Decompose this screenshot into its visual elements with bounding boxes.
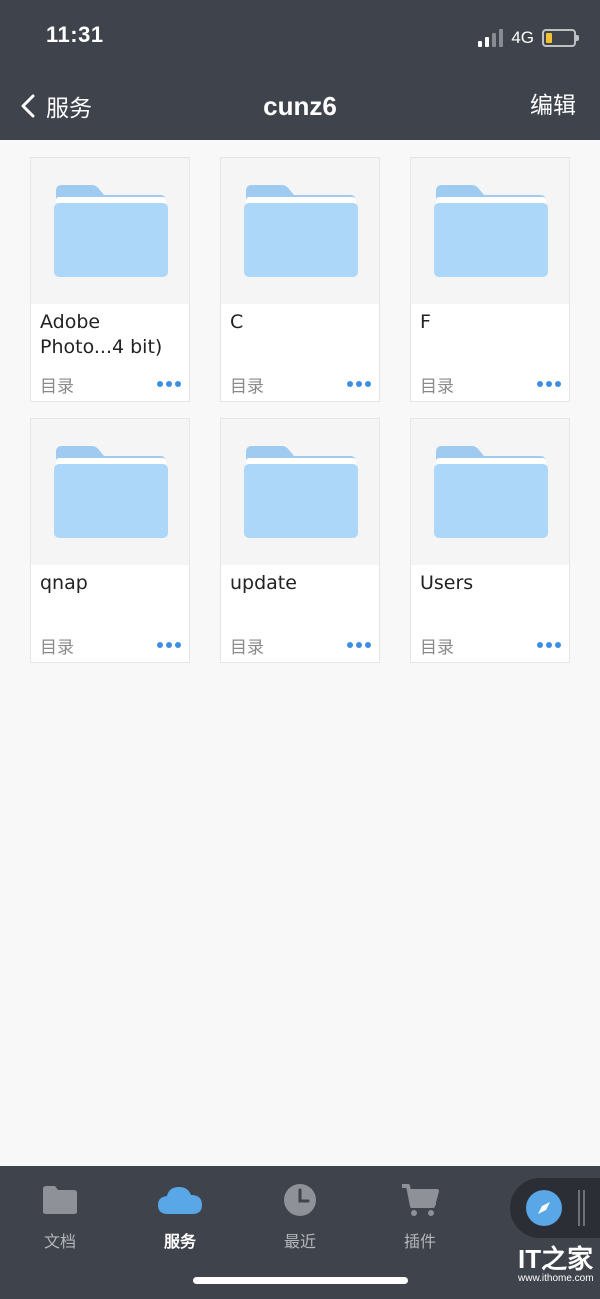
folder-card[interactable]: Adobe Photo...4 bit) 目录 [30,157,190,402]
more-dot [166,381,172,387]
battery-icon [542,29,579,47]
floating-panel [510,1178,600,1238]
folder-name: Adobe Photo...4 bit) [40,311,163,358]
folder-type-label: 目录 [420,638,454,658]
folder-name: F [420,311,431,333]
drag-handle[interactable] [578,1190,586,1226]
more-dot [157,381,163,387]
more-dot [365,642,371,648]
watermark-url: www.ithome.com [518,1273,594,1284]
compass-icon [538,1202,550,1214]
more-dot [356,381,362,387]
folder-card[interactable]: F 目录 [410,157,570,402]
folder-type-label: 目录 [40,377,74,397]
more-dot [356,642,362,648]
folder-thumbnail [31,419,189,565]
more-dot [555,381,561,387]
more-dot [555,642,561,648]
tab-label: 插件 [403,1232,436,1251]
folder-icon [43,1186,77,1214]
folder-name: update [230,572,297,594]
more-options-button[interactable] [155,379,183,389]
more-dot [175,381,181,387]
folder-icon [434,185,548,277]
tab-label: 服务 [163,1232,196,1251]
more-options-button[interactable] [155,640,183,650]
folder-thumbnail [221,419,379,565]
tab-label: 最近 [283,1232,316,1251]
folder-grid: Adobe Photo...4 bit) 目录 C 目录 F 目录 qnap 目… [30,157,571,663]
more-dot [537,642,543,648]
folder-icon [244,185,358,277]
folder-type-label: 目录 [40,638,74,658]
more-dot [365,381,371,387]
folder-icon [244,446,358,538]
compass-button[interactable] [526,1190,562,1226]
tab-services[interactable]: 服务 [135,1180,225,1252]
folder-card[interactable]: C 目录 [220,157,380,402]
folder-icon [54,446,168,538]
folder-name: Users [420,572,474,594]
tab-plugins[interactable]: 插件 [375,1180,465,1252]
more-dot [347,381,353,387]
more-dot [347,642,353,648]
cart-icon [402,1184,439,1216]
folder-name: qnap [40,572,88,594]
folder-type-label: 目录 [230,377,264,397]
page-title: cunz6 [263,91,337,121]
tab-recent[interactable]: 最近 [255,1180,345,1252]
tab-documents[interactable]: 文档 [15,1180,105,1252]
cloud-icon [158,1187,202,1214]
watermark-text: IT之家 [518,1244,594,1274]
folder-card[interactable]: qnap 目录 [30,418,190,663]
top-header: 11:31 4G 服务 cunz6 编辑 [0,0,600,140]
more-dot [166,642,172,648]
watermark-logo: IT之家 www.ithome.com [518,1245,596,1291]
folder-icon [434,446,548,538]
clock-icon [284,1184,316,1216]
status-indicators: 4G [478,24,579,52]
folder-thumbnail [411,158,569,304]
edit-button[interactable]: 编辑 [530,86,576,126]
more-dot [546,381,552,387]
signal-icon [478,29,504,47]
home-indicator[interactable] [193,1277,408,1284]
folder-icon [54,185,168,277]
folder-thumbnail [31,158,189,304]
more-dot [546,642,552,648]
folder-thumbnail [221,158,379,304]
folder-card[interactable]: update 目录 [220,418,380,663]
network-label: 4G [511,28,534,47]
status-time: 11:31 [46,22,104,47]
more-options-button[interactable] [345,379,373,389]
more-dot [175,642,181,648]
folder-card[interactable]: Users 目录 [410,418,570,663]
folder-type-label: 目录 [420,377,454,397]
more-options-button[interactable] [535,640,563,650]
tab-label: 文档 [43,1232,76,1251]
more-options-button[interactable] [345,640,373,650]
more-dot [537,381,543,387]
more-dot [157,642,163,648]
more-options-button[interactable] [535,379,563,389]
folder-thumbnail [411,419,569,565]
folder-type-label: 目录 [230,638,264,658]
folder-name: C [230,311,244,333]
